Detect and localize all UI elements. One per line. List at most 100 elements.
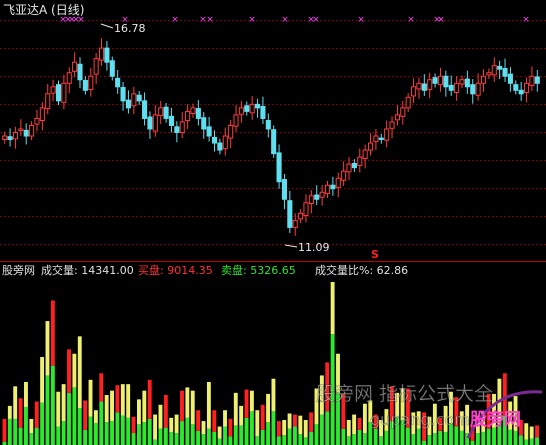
candle-body: [507, 73, 513, 84]
volume-sell-segment: [298, 434, 303, 445]
candle-body: [529, 75, 535, 86]
candle-body: [346, 163, 352, 173]
volume-bar: [120, 384, 125, 445]
candle-body: [34, 117, 40, 125]
volume-buy-segment: [293, 414, 297, 427]
candle: [18, 119, 24, 136]
candle: [491, 57, 497, 82]
volume-sell-segment: [24, 406, 28, 445]
volume-bar: [271, 378, 276, 445]
signal-marker: ×: [522, 15, 530, 25]
volume-buy-segment: [104, 395, 109, 423]
candle: [66, 67, 72, 94]
candle-body: [233, 114, 239, 127]
candle: [486, 68, 492, 80]
candle-body: [18, 128, 24, 131]
volume-sell-segment: [314, 424, 319, 445]
candle: [271, 125, 277, 158]
volume-buy-segment: [217, 426, 222, 439]
candle-body: [45, 93, 51, 110]
volume-sell-segment: [422, 440, 427, 445]
candle-body: [384, 128, 390, 141]
volume-sell-segment: [185, 417, 190, 445]
volume-buy-segment: [120, 384, 125, 416]
candle-body: [421, 83, 427, 91]
volume-bar: [50, 300, 55, 445]
volume-sell-segment: [303, 437, 308, 445]
candle: [518, 81, 524, 101]
volume-sell-segment: [67, 392, 71, 445]
candle-body: [29, 124, 35, 137]
candle-body: [351, 162, 357, 169]
volume-legend: 股旁网 成交量: 14341.00 买盘: 9014.35 卖盘: 5326.6…: [2, 263, 408, 277]
candle-body: [518, 89, 524, 95]
volume-bar: [142, 390, 147, 445]
candle: [23, 123, 29, 145]
volume-bar: [147, 379, 152, 445]
volume-buy-segment: [88, 379, 93, 417]
volume-sell-segment: [77, 408, 82, 445]
volume-sell-segment: [83, 429, 88, 445]
volume-sell-segment: [158, 428, 163, 445]
volume-buy-segment: [276, 421, 281, 437]
volume-buy-segment: [346, 420, 351, 437]
volume-bar: [298, 415, 303, 445]
volume-bar: [34, 401, 39, 445]
volume-buy-segment: [131, 416, 136, 434]
volume-sell-segment: [319, 414, 324, 445]
candle-body: [324, 184, 331, 195]
legend-volume-ratio: 成交量比%: 62.86: [315, 263, 408, 277]
volume-buy-segment: [29, 418, 34, 434]
candle-body: [23, 129, 29, 137]
candle: [88, 67, 94, 97]
volume-sell-segment: [115, 412, 120, 445]
candle-body: [330, 184, 336, 190]
candle: [534, 69, 540, 92]
volume-sell-segment: [481, 431, 486, 445]
candle-body: [271, 129, 277, 155]
volume-buy-segment: [40, 356, 45, 403]
candle: [158, 100, 164, 125]
volume-bar: [13, 386, 18, 445]
volume-buy-segment: [201, 421, 206, 435]
candle-body: [292, 219, 298, 228]
volume-sell-segment: [40, 402, 45, 445]
volume-sell-segment: [34, 427, 39, 445]
volume-bar: [24, 381, 28, 445]
low-annotation: 11.09: [284, 241, 330, 254]
signal-marker: ×: [248, 15, 256, 25]
volume-buy-segment: [50, 300, 55, 366]
candle-body: [147, 116, 153, 130]
volume-buy-segment: [239, 405, 244, 426]
candle-body: [12, 131, 18, 140]
volume-sell-segment: [260, 429, 265, 445]
volume-sell-segment: [282, 435, 287, 445]
volume-bar: [362, 403, 367, 445]
candle: [389, 116, 395, 139]
candle-body: [362, 149, 368, 159]
volume-sell-segment: [470, 440, 475, 445]
candle-body: [244, 105, 250, 112]
candle: [115, 69, 121, 94]
candle: [394, 105, 400, 126]
candle-body: [195, 108, 201, 119]
volume-bar: [77, 336, 82, 445]
candle: [437, 67, 444, 92]
volume-buy-segment: [287, 413, 292, 429]
candle-body: [66, 72, 72, 84]
candle-body: [389, 121, 395, 129]
candle-body: [142, 100, 148, 119]
legend-volume: 成交量: 14341.00: [41, 263, 134, 277]
volume-sell-segment: [169, 431, 174, 445]
candle-body: [470, 84, 476, 95]
volume-bar: [196, 410, 201, 445]
volume-sell-segment: [492, 427, 496, 445]
volume-sell-segment: [13, 418, 18, 445]
volume-sell-segment: [61, 421, 66, 445]
candle-body: [125, 99, 131, 109]
candle: [362, 144, 368, 169]
candle-body: [82, 79, 88, 91]
volume-bar: [163, 395, 168, 445]
candle-body: [39, 107, 45, 122]
volume-bar: [153, 414, 158, 445]
